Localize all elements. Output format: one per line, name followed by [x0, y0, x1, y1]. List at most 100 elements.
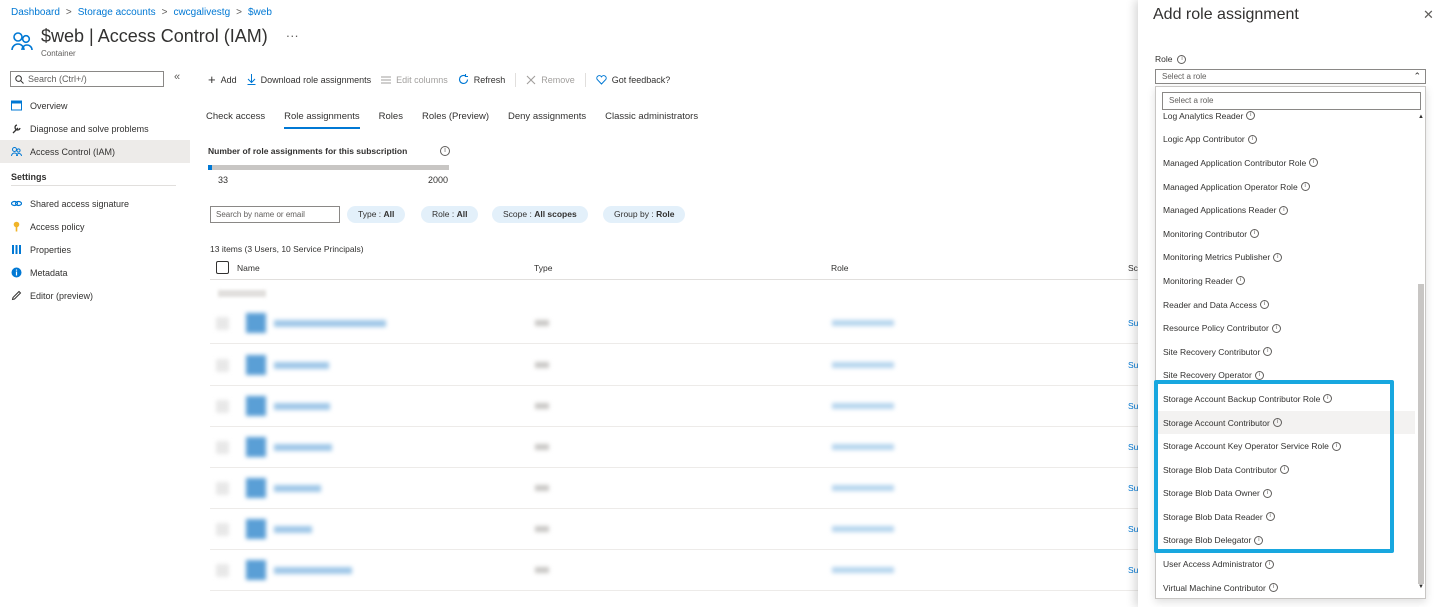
row-role[interactable]: [832, 444, 894, 450]
row-role[interactable]: [832, 362, 894, 368]
role-filter-input[interactable]: Select a role: [1162, 92, 1421, 110]
role-option[interactable]: Monitoring Metrics Publisher i: [1156, 246, 1415, 270]
sidebar-item-access-policy[interactable]: Access policy: [0, 215, 190, 238]
row-scope[interactable]: Su: [1128, 442, 1138, 452]
info-icon[interactable]: i: [1265, 512, 1275, 522]
breadcrumb-container[interactable]: $web: [248, 7, 272, 18]
row-role[interactable]: [832, 526, 894, 532]
sidebar-search-input[interactable]: Search (Ctrl+/): [10, 71, 164, 87]
row-checkbox[interactable]: [216, 317, 229, 330]
edit-columns-button[interactable]: Edit columns: [381, 75, 448, 85]
column-header-scope[interactable]: Sc: [1128, 263, 1138, 273]
table-row[interactable]: Su: [210, 303, 1140, 344]
role-option[interactable]: User Access Administrator i: [1156, 552, 1415, 576]
role-option[interactable]: Reader and Data Access i: [1156, 293, 1415, 317]
tab-roles[interactable]: Roles: [379, 111, 403, 129]
row-name[interactable]: [274, 526, 312, 533]
row-checkbox[interactable]: [216, 482, 229, 495]
scroll-up-arrow-icon[interactable]: ▲: [1418, 114, 1424, 120]
row-name[interactable]: [274, 444, 332, 451]
column-header-name[interactable]: Name: [237, 263, 260, 273]
tab-deny-assignments[interactable]: Deny assignments: [508, 111, 586, 129]
table-row[interactable]: Su: [210, 550, 1140, 591]
role-option[interactable]: Storage Blob Data Owner i: [1156, 482, 1415, 506]
info-icon[interactable]: i: [1268, 583, 1278, 593]
info-icon[interactable]: i: [1272, 418, 1282, 428]
table-row[interactable]: Su: [210, 345, 1140, 386]
info-icon[interactable]: i: [1300, 182, 1310, 192]
row-name[interactable]: [274, 320, 386, 327]
role-option[interactable]: Site Recovery Operator i: [1156, 364, 1415, 388]
info-icon[interactable]: i: [1247, 134, 1257, 144]
row-scope[interactable]: Su: [1128, 360, 1138, 370]
table-row[interactable]: Su: [210, 468, 1140, 509]
table-row[interactable]: Su: [210, 509, 1140, 550]
role-option[interactable]: Managed Applications Reader i: [1156, 198, 1415, 222]
row-checkbox[interactable]: [216, 564, 229, 577]
role-option[interactable]: Managed Application Operator Role i: [1156, 175, 1415, 199]
scroll-down-arrow-icon[interactable]: ▼: [1418, 584, 1424, 590]
row-role[interactable]: [832, 320, 894, 326]
role-option[interactable]: Virtual Machine Contributor i: [1156, 576, 1415, 598]
sidebar-item-access-control[interactable]: Access Control (IAM): [0, 140, 190, 163]
info-icon[interactable]: i: [1177, 54, 1187, 64]
sidebar-item-overview[interactable]: Overview: [0, 94, 190, 117]
info-icon[interactable]: i: [440, 146, 450, 156]
row-checkbox[interactable]: [216, 441, 229, 454]
info-icon[interactable]: i: [1331, 441, 1341, 451]
role-option[interactable]: Monitoring Reader i: [1156, 269, 1415, 293]
role-filter-pill[interactable]: Role : All: [421, 206, 479, 223]
row-checkbox[interactable]: [216, 400, 229, 413]
info-icon[interactable]: i: [1309, 158, 1319, 168]
info-icon[interactable]: i: [1271, 323, 1281, 333]
row-role[interactable]: [832, 403, 894, 409]
assignments-search-input[interactable]: Search by name or email: [210, 206, 340, 223]
info-icon[interactable]: i: [1254, 370, 1264, 380]
breadcrumb-account[interactable]: cwcgalivestg: [173, 7, 230, 18]
download-role-assignments-button[interactable]: Download role assignments: [247, 74, 371, 85]
role-option[interactable]: Storage Blob Delegator i: [1156, 529, 1415, 553]
role-option[interactable]: Resource Policy Contributor i: [1156, 316, 1415, 340]
row-name[interactable]: [274, 485, 321, 492]
row-name[interactable]: [274, 362, 329, 369]
info-icon[interactable]: i: [1254, 535, 1264, 545]
scope-filter-pill[interactable]: Scope : All scopes: [492, 206, 588, 223]
scrollbar[interactable]: ▲ ▼: [1417, 114, 1425, 594]
role-option[interactable]: Storage Account Key Operator Service Rol…: [1156, 434, 1415, 458]
sidebar-item-metadata[interactable]: Metadata: [0, 261, 190, 284]
role-option[interactable]: Managed Application Contributor Role i: [1156, 151, 1415, 175]
info-icon[interactable]: i: [1250, 229, 1260, 239]
breadcrumb-storage-accounts[interactable]: Storage accounts: [78, 7, 156, 18]
sidebar-item-shared-access-signature[interactable]: Shared access signature: [0, 192, 190, 215]
table-row[interactable]: Su: [210, 386, 1140, 427]
info-icon[interactable]: i: [1273, 252, 1283, 262]
info-icon[interactable]: i: [1260, 300, 1270, 310]
role-option[interactable]: Monitoring Contributor i: [1156, 222, 1415, 246]
role-option[interactable]: Storage Blob Data Contributor i: [1156, 458, 1415, 482]
info-icon[interactable]: i: [1279, 205, 1289, 215]
row-scope[interactable]: Su: [1128, 565, 1138, 575]
row-scope[interactable]: Su: [1128, 401, 1138, 411]
sidebar-item-diagnose[interactable]: Diagnose and solve problems: [0, 117, 190, 140]
row-scope[interactable]: Su: [1128, 318, 1138, 328]
tab-role-assignments[interactable]: Role assignments: [284, 111, 360, 129]
feedback-button[interactable]: Got feedback?: [596, 75, 670, 85]
row-name[interactable]: [274, 403, 330, 410]
row-checkbox[interactable]: [216, 523, 229, 536]
row-role[interactable]: [832, 485, 894, 491]
close-icon[interactable]: ✕: [1423, 7, 1434, 23]
remove-button[interactable]: Remove: [526, 75, 575, 85]
info-icon[interactable]: i: [1265, 559, 1275, 569]
info-icon[interactable]: i: [1263, 347, 1273, 357]
info-icon[interactable]: i: [1235, 276, 1245, 286]
role-option[interactable]: Storage Account Contributor i: [1156, 410, 1415, 435]
column-header-type[interactable]: Type: [534, 263, 552, 273]
info-icon[interactable]: i: [1262, 488, 1272, 498]
tab-check-access[interactable]: Check access: [206, 111, 265, 129]
sidebar-item-properties[interactable]: Properties: [0, 238, 190, 261]
refresh-button[interactable]: Refresh: [458, 74, 505, 85]
more-options-button[interactable]: ···: [286, 28, 299, 43]
role-option[interactable]: Site Recovery Contributor i: [1156, 340, 1415, 364]
info-icon[interactable]: i: [1279, 465, 1289, 475]
info-icon[interactable]: i: [1323, 394, 1333, 404]
